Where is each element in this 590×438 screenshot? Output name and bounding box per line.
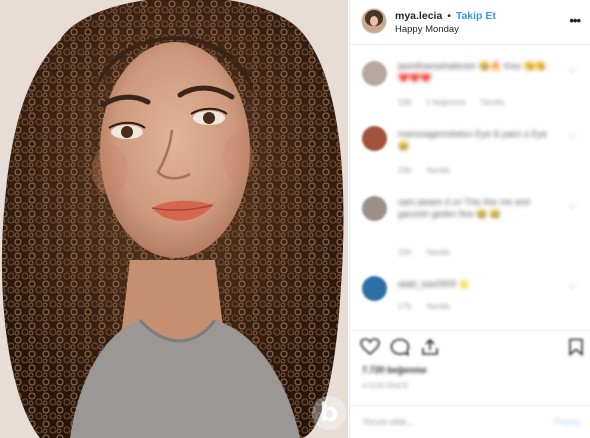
commenter-avatar[interactable]	[362, 61, 387, 86]
commenter-avatar[interactable]	[362, 126, 387, 151]
comment-time: 17h	[398, 302, 412, 311]
like-count[interactable]: 7.720 beğenme	[362, 365, 427, 375]
author-line: mya.lecia • Takip Et	[395, 10, 496, 22]
comment-text: jasmfreeswhateverr 😂🔥 Kiss 😘😘 ❤️❤️❤️	[398, 61, 546, 83]
comment-time: 23h	[398, 166, 412, 175]
comment-list: jasmfreeswhateverr 😂🔥 Kiss 😘😘 ❤️❤️❤️ 23h…	[350, 46, 590, 326]
comment-time: 22h	[398, 248, 412, 257]
share-icon[interactable]	[420, 338, 440, 356]
post-actions: 7.720 beğenme 4 gün önce Yorum ekle... P…	[350, 330, 590, 430]
comment-likes[interactable]: 1 beğenme	[426, 98, 466, 107]
more-options-icon[interactable]: •••	[569, 13, 581, 28]
post-date: 4 gün önce	[362, 381, 409, 390]
commenter-avatar[interactable]	[362, 276, 387, 301]
like-comment-icon[interactable]: ♡	[569, 66, 577, 76]
comment-reply[interactable]: Yanıtla	[425, 302, 449, 311]
comment-text: alakt_kav0909 🌟	[398, 279, 470, 289]
like-heart-icon[interactable]	[360, 338, 380, 356]
post-side-panel: mya.lecia • Takip Et Happy Monday ••• ja…	[349, 0, 590, 438]
watermark-logo: b	[312, 396, 346, 430]
comment-reply[interactable]: Yanıtla	[425, 166, 449, 175]
comment-input[interactable]: Yorum ekle...	[362, 417, 414, 427]
like-comment-icon[interactable]: ♡	[569, 132, 577, 142]
post-location[interactable]: Happy Monday	[395, 24, 459, 35]
portrait-image	[0, 0, 348, 438]
like-comment-icon[interactable]: ♡	[569, 282, 577, 292]
commenter-avatar[interactable]	[362, 196, 387, 221]
comment-text: marissagemsbeluv Eye & pairs a Eye 😂	[398, 129, 548, 151]
post-comment-button[interactable]: Paylaş	[554, 417, 581, 427]
like-comment-icon[interactable]: ♡	[569, 202, 577, 212]
bookmark-icon[interactable]	[568, 338, 584, 356]
comment-text: sam.aware d co This this me and ganzish …	[398, 197, 530, 219]
comment-reply[interactable]: Yanıtla	[425, 248, 449, 257]
comment-meta: 17h Yanıtla	[398, 302, 462, 311]
post-photo[interactable]: b	[0, 0, 348, 438]
author-avatar[interactable]	[362, 9, 386, 33]
comment-meta: 22h Yanıtla	[398, 248, 462, 257]
comment-meta: 23h Yanıtla	[398, 166, 462, 175]
comment-meta: 23h 1 beğenme Yanıtla	[398, 98, 516, 107]
post-header: mya.lecia • Takip Et Happy Monday •••	[350, 0, 590, 45]
comment-composer: Yorum ekle... Paylaş	[350, 405, 590, 438]
comment-bubble-icon[interactable]	[390, 338, 410, 356]
separator-dot: •	[447, 10, 451, 22]
follow-button[interactable]: Takip Et	[456, 10, 496, 22]
comment-reply[interactable]: Yanıtla	[480, 98, 504, 107]
comment-time: 23h	[398, 98, 412, 107]
author-username[interactable]: mya.lecia	[395, 10, 442, 22]
